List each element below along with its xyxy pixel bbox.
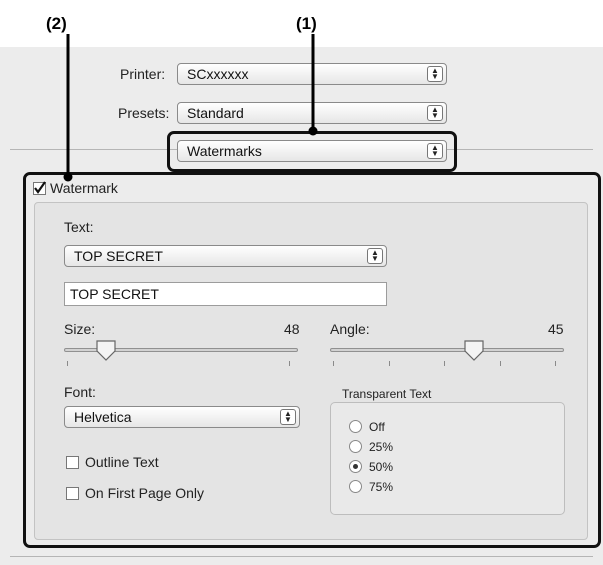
transparency-radio-50[interactable] (349, 460, 362, 473)
popup-arrows-icon: ▲ ▼ (367, 248, 383, 264)
angle-label: Angle: (330, 321, 370, 337)
angle-slider-tick (333, 361, 334, 366)
watermark-text-field[interactable]: TOP SECRET (64, 282, 387, 306)
transparency-option-label: 50% (369, 460, 394, 474)
first-page-only-checkbox[interactable] (66, 487, 79, 500)
outline-text-checkbox[interactable] (66, 456, 79, 469)
watermark-checkbox-label: Watermark (50, 180, 118, 196)
angle-slider-thumb[interactable] (463, 340, 485, 362)
first-page-only-label: On First Page Only (85, 485, 205, 501)
text-preset-popup[interactable]: TOP SECRET ▲ ▼ (64, 245, 387, 267)
angle-value: 45 (548, 321, 564, 337)
font-popup[interactable]: Helvetica ▲ ▼ (64, 406, 300, 428)
transparency-option-label: Off (369, 420, 385, 434)
size-label: Size: (64, 321, 96, 337)
font-label: Font: (64, 384, 96, 400)
checkmark-icon (34, 181, 46, 194)
angle-slider-tick (444, 361, 445, 366)
transparency-radio-25[interactable] (349, 440, 362, 453)
size-slider-tick (67, 361, 68, 366)
angle-slider-tick (555, 361, 556, 366)
transparency-radio-75[interactable] (349, 480, 362, 493)
outline-text-label: Outline Text (85, 454, 159, 470)
size-value: 48 (284, 321, 300, 337)
text-preset-value: TOP SECRET (74, 248, 163, 264)
transparency-option-label: 25% (369, 440, 394, 454)
transparency-radio-off[interactable] (349, 420, 362, 433)
separator-bottom (10, 556, 593, 557)
angle-slider-tick (389, 361, 390, 366)
transparent-text-group (330, 402, 565, 515)
transparent-text-title: Transparent Text (342, 387, 432, 401)
angle-slider-tick (500, 361, 501, 366)
size-slider-thumb[interactable] (95, 340, 117, 362)
font-value: Helvetica (74, 409, 132, 425)
watermark-text-value: TOP SECRET (70, 286, 159, 302)
size-slider-tick (289, 361, 290, 366)
popup-arrows-icon: ▲ ▼ (280, 409, 296, 425)
angle-slider-track[interactable] (330, 348, 564, 352)
transparency-option-label: 75% (369, 480, 394, 494)
watermark-checkbox[interactable] (33, 181, 46, 195)
text-label: Text: (64, 219, 94, 235)
